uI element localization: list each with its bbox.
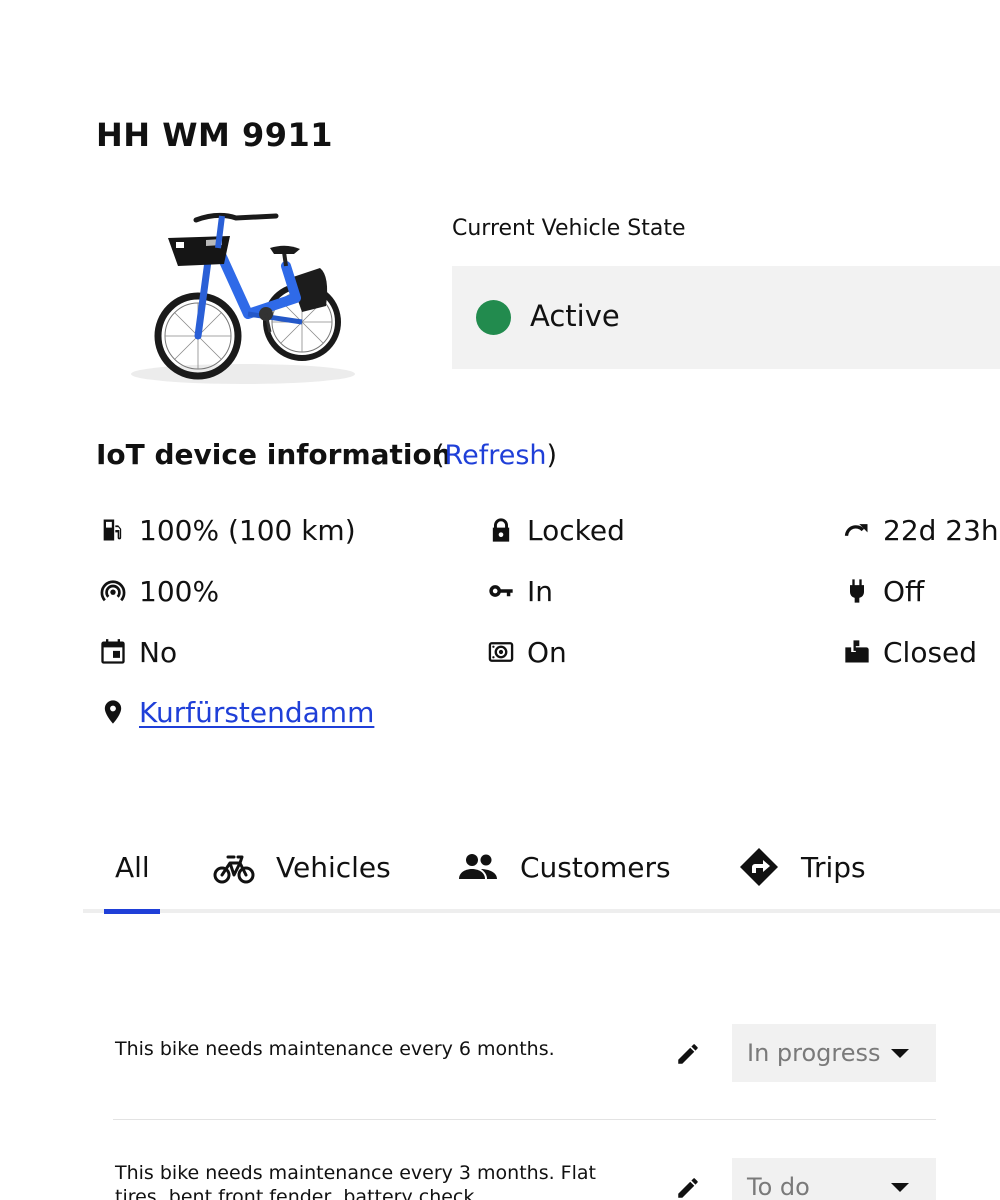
speaker-icon [484,635,518,669]
tab-all[interactable]: All [115,836,150,898]
speaker-state-value: On [527,635,567,669]
directions-icon [737,845,781,889]
calendar-icon [96,635,130,669]
tab-trips-label: Trips [801,850,866,884]
edit-task-button[interactable] [673,1039,703,1069]
refresh-close-paren: ) [546,440,558,471]
pencil-icon [678,1178,698,1198]
refresh-link[interactable]: Refresh [445,440,547,471]
task-description: This bike needs maintenance every 3 mont… [115,1162,596,1200]
people-icon [456,845,500,889]
lock-icon [484,513,518,547]
location-link[interactable]: Kurfürstendamm [139,696,374,729]
signal-value: 100% [139,574,220,608]
mailbox-icon [840,635,874,669]
task-divider [113,1119,936,1120]
pencil-icon [678,1044,698,1064]
iot-key-state: In [484,574,553,608]
iot-calendar-state: No [96,635,177,669]
redo-arrow-icon [840,513,874,547]
iot-charging-state: Off [840,574,924,608]
mailbox-state-value: Closed [883,635,978,669]
bike-photo [131,212,355,384]
tab-all-label: All [115,850,150,884]
task-status-select[interactable]: To do [732,1158,936,1200]
iot-speaker-state: On [484,635,567,669]
tab-customers[interactable]: Customers [456,836,671,898]
plug-icon [840,574,874,608]
iot-section-title: IoT device information [96,438,452,471]
iot-uptime: 22d 23h [840,513,999,547]
state-indicator-dot [476,300,511,335]
calendar-state-value: No [139,635,178,669]
active-tab-indicator [104,909,160,914]
task-description: This bike needs maintenance every 6 mont… [115,1038,555,1060]
current-state-label: Current Vehicle State [452,216,686,241]
location-pin-icon [96,695,130,729]
tab-customers-label: Customers [520,850,671,884]
tab-trips[interactable]: Trips [737,836,866,898]
tab-vehicles[interactable]: Vehicles [212,836,391,898]
vehicle-state-panel: Active [452,266,1000,369]
chevron-down-icon [891,1049,909,1058]
task-status-value: To do [747,1173,810,1200]
tabs-baseline [83,909,1000,913]
task-status-select[interactable]: In progress [732,1024,936,1082]
task-status-value: In progress [747,1039,881,1067]
tab-vehicles-label: Vehicles [276,850,391,884]
iot-refresh-wrapper: (Refresh) [434,440,557,471]
battery-range-value: 100% (100 km) [139,513,356,547]
fuel-icon [96,513,130,547]
refresh-open-paren: ( [434,440,445,471]
chevron-down-icon [891,1183,909,1192]
iot-lock-state: Locked [484,513,625,547]
charging-state-value: Off [883,574,925,608]
key-icon [484,574,518,608]
vehicle-plate-title: HH WM 9911 [96,116,334,154]
iot-location: Kurfürstendamm [96,695,374,729]
bike-icon [212,845,256,889]
edit-task-button[interactable] [673,1173,703,1200]
uptime-value: 22d 23h [883,513,999,547]
signal-icon [96,574,130,608]
vehicle-state-value: Active [530,299,620,333]
iot-battery-range: 100% (100 km) [96,513,356,547]
lock-state-value: Locked [527,513,625,547]
iot-signal: 100% [96,574,219,608]
iot-mailbox-state: Closed [840,635,977,669]
key-state-value: In [527,574,554,608]
